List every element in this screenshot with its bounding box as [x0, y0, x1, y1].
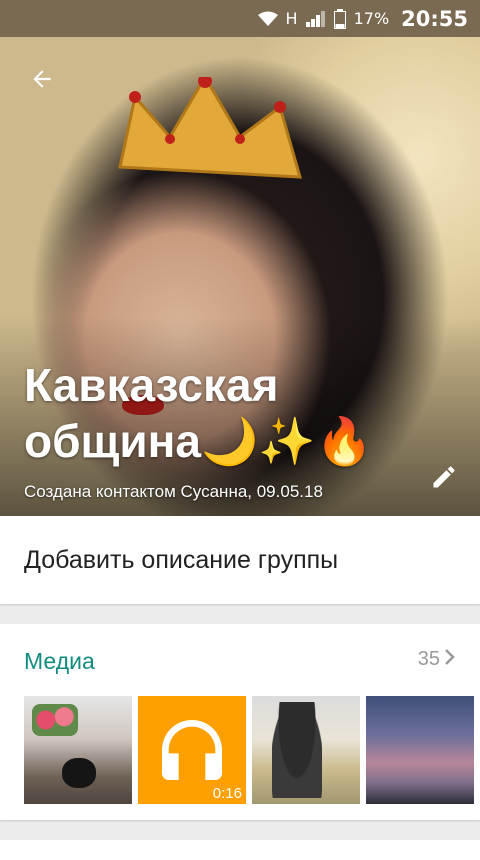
battery-level: 17% — [353, 9, 390, 28]
back-arrow-icon — [33, 70, 51, 88]
audio-duration: 0:16 — [212, 785, 242, 802]
wifi-icon — [257, 11, 278, 27]
group-header-photo[interactable]: Кавказская община🌙✨🔥 Создана контактом С… — [0, 37, 480, 516]
back-button[interactable] — [22, 59, 62, 99]
network-type: H — [285, 9, 298, 28]
add-description-label: Добавить описание группы — [24, 545, 339, 574]
signal-icon — [305, 10, 326, 27]
headphones-icon — [162, 720, 222, 780]
media-count: 35 — [417, 648, 440, 670]
group-title: Кавказская община🌙✨🔥 — [24, 359, 373, 467]
battery-icon — [333, 8, 346, 29]
media-thumbnails: 0:16 — [24, 696, 474, 804]
group-created-info: Создана контактом Сусанна, 09.05.18 — [24, 482, 323, 501]
pencil-icon — [433, 466, 455, 488]
media-thumbnail-photo[interactable] — [366, 696, 474, 804]
chevron-right-icon — [444, 648, 456, 671]
media-thumbnail-photo[interactable] — [252, 696, 360, 804]
media-section: Медиа 35 0:16 — [0, 624, 480, 820]
media-section-title: Медиа — [24, 648, 95, 674]
clock: 20:55 — [401, 6, 468, 31]
media-count-link[interactable]: 35 — [418, 648, 456, 671]
status-bar: H 17% 20:55 — [0, 0, 480, 37]
edit-button[interactable] — [424, 457, 464, 497]
media-thumbnail-audio[interactable]: 0:16 — [138, 696, 246, 804]
media-thumbnail-photo[interactable] — [24, 696, 132, 804]
crown-image — [118, 77, 303, 179]
add-description-item[interactable]: Добавить описание группы — [0, 516, 480, 604]
next-section — [0, 840, 480, 860]
